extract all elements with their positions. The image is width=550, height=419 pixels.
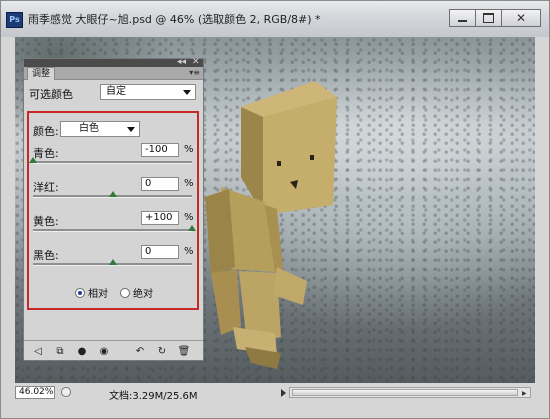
reset-icon[interactable]: ↻ (154, 344, 170, 358)
panel-menu-icon[interactable]: ▾≡ (189, 67, 200, 79)
view-previous-icon[interactable]: ↶ (132, 344, 148, 358)
expand-view-icon[interactable]: ⧉ (52, 344, 68, 358)
close-icon: ✕ (515, 11, 527, 25)
slider-value-input[interactable]: 0 (141, 177, 179, 191)
color-value: 白色 (79, 123, 99, 134)
slider-unit: % (184, 246, 194, 257)
document-window: Ps 雨季感觉 大眼仔~旭.psd @ 46% (选取颜色 2, RGB/8#)… (0, 0, 550, 419)
slider-value-input[interactable]: 0 (141, 245, 179, 259)
maximize-icon (483, 13, 494, 23)
document-info: 文档:3.29M/25.6M (109, 391, 198, 402)
slider-label: 黄色: (33, 215, 59, 228)
chevron-down-icon (127, 127, 135, 132)
back-arrow-icon[interactable]: ◁ (30, 344, 46, 358)
adjustments-panel: ◂◂ ✕ 调整 ▾≡ 可选颜色 自定 颜色: 白色 青色: -100% 洋红: 0% 黄… (23, 57, 204, 361)
panel-footer: ◁ ⧉ ● ◉ ↶ ↻ 🗑 (24, 340, 203, 361)
status-menu-arrow-icon[interactable] (281, 389, 286, 397)
slider-unit: % (184, 212, 194, 223)
panel-tab-row: 调整 ▾≡ (24, 67, 203, 80)
slider-thumb[interactable] (109, 191, 117, 197)
close-button[interactable]: ✕ (501, 9, 541, 27)
minimize-button[interactable] (449, 9, 475, 27)
tab-adjustments[interactable]: 调整 (27, 67, 56, 80)
slider-thumb[interactable] (29, 157, 37, 163)
panel-header-bar[interactable]: ◂◂ ✕ (24, 57, 203, 67)
slider-thumb[interactable] (188, 225, 196, 231)
clip-layer-icon[interactable]: ● (74, 344, 90, 358)
title-bar[interactable]: Ps 雨季感觉 大眼仔~旭.psd @ 46% (选取颜色 2, RGB/8#)… (1, 1, 549, 37)
scrollbar-thumb[interactable] (292, 389, 518, 396)
slider-track[interactable] (33, 161, 192, 164)
method-radio-group: 相对 绝对 (75, 285, 153, 300)
slider-value-input[interactable]: -100 (141, 143, 179, 157)
document-title: 雨季感觉 大眼仔~旭.psd @ 46% (选取颜色 2, RGB/8#) * (28, 13, 321, 26)
visibility-eye-icon[interactable]: ◉ (96, 344, 112, 358)
status-info-icon[interactable] (61, 387, 71, 397)
delete-icon[interactable]: 🗑 (176, 344, 192, 358)
window-controls: ✕ (449, 9, 541, 27)
zoom-field[interactable]: 46.02% (15, 386, 55, 399)
radio-relative[interactable] (75, 287, 85, 298)
status-bar: 46.02% 文档:3.29M/25.6M ▶ (15, 384, 535, 402)
slider-unit: % (184, 178, 194, 189)
minimize-icon (458, 20, 467, 22)
slider-label: 洋红: (33, 181, 59, 194)
radio-absolute-label[interactable]: 绝对 (133, 285, 153, 300)
slider-value-input[interactable]: +100 (141, 211, 179, 225)
maximize-button[interactable] (475, 9, 501, 27)
preset-dropdown[interactable]: 自定 (100, 84, 196, 100)
radio-relative-label[interactable]: 相对 (88, 285, 108, 300)
preset-value: 自定 (106, 86, 126, 97)
chevron-down-icon (183, 90, 191, 95)
slider-unit: % (184, 144, 194, 155)
slider-thumb[interactable] (109, 259, 117, 265)
photoshop-app-icon: Ps (6, 12, 23, 28)
scroll-right-icon[interactable]: ▶ (522, 390, 527, 397)
color-label: 颜色: (33, 125, 59, 138)
horizontal-scrollbar[interactable]: ▶ (289, 387, 531, 398)
preset-label: 可选颜色 (29, 88, 73, 101)
radio-absolute[interactable] (120, 287, 130, 298)
slider-label: 黑色: (33, 249, 59, 262)
slider-track[interactable] (33, 229, 192, 232)
color-dropdown[interactable]: 白色 (60, 121, 140, 137)
